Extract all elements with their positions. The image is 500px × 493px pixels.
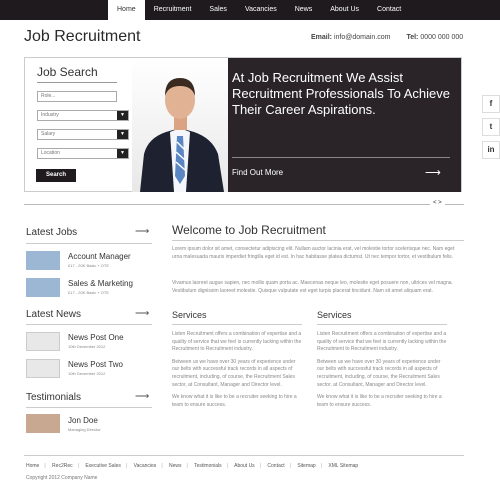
news-title-link[interactable]: News Post One (68, 333, 124, 342)
linkedin-icon[interactable]: in (482, 141, 500, 159)
job-search-title: Job Search (37, 65, 98, 79)
welcome-heading: Welcome to Job Recruitment (172, 223, 326, 237)
services-paragraph: Between us we have over 30 years of expe… (172, 358, 296, 388)
news-thumbnail (26, 332, 60, 351)
divider (317, 324, 447, 325)
footer-link-testimonials[interactable]: Testimonials (194, 463, 222, 469)
job-thumbnail (26, 278, 60, 297)
search-button[interactable]: Search (36, 169, 76, 182)
job-title-link[interactable]: Sales & Marketing (68, 279, 133, 288)
top-navigation: Home Recruitment Sales Vacancies News Ab… (0, 0, 500, 20)
news-date: 10th December 2012 (68, 371, 106, 376)
testimonial-role: Managing Director (68, 427, 101, 432)
salary-label: Salary (41, 131, 56, 137)
nav-home[interactable]: Home (108, 0, 145, 20)
location-select[interactable]: Location ▼ (37, 148, 129, 159)
services-paragraph: Listen Recruitment offers a combination … (172, 331, 302, 353)
footer-divider (24, 455, 464, 456)
nav-about-us[interactable]: About Us (321, 0, 368, 20)
intro-paragraph: Vivamus laoreet augue sapien, nec mollis… (172, 280, 453, 294)
contact-info: Email: info@domain.com Tel: 0000 000 000 (311, 34, 463, 41)
intro-paragraph: Lorem ipsum dolor sit amet, consectetur … (172, 246, 455, 260)
banner-headline: At Job Recruitment We Assist Recruitment… (232, 70, 450, 117)
nav-recruitment[interactable]: Recruitment (145, 0, 201, 20)
salary-select[interactable]: Salary ▼ (37, 129, 129, 140)
footer-nav: Home | Rec2Rec | Executive Sales | Vacancie… (26, 463, 359, 469)
services-paragraph: Listen Recruitment offers a combination … (317, 331, 447, 353)
services-column: Services Listen Recruitment offers a com… (172, 310, 302, 414)
nav-contact[interactable]: Contact (368, 0, 410, 20)
slider-nav-arrows[interactable]: < > (430, 200, 445, 206)
news-thumbnail (26, 359, 60, 378)
role-input[interactable]: Role... (37, 91, 117, 102)
businessman-photo (132, 58, 228, 192)
nav-vacancies[interactable]: Vacancies (236, 0, 286, 20)
footer-link-executive-sales[interactable]: Executive Sales (85, 463, 121, 469)
testimonial-name[interactable]: Jon Doe (68, 416, 98, 425)
services-paragraph: We know what it is like to be a recruite… (317, 394, 442, 408)
divider (26, 324, 152, 325)
footer-link-sitemap[interactable]: Sitemap (297, 463, 315, 469)
divider (26, 243, 152, 244)
twitter-icon[interactable]: t (482, 118, 500, 136)
slider-divider (24, 204, 464, 205)
nav-news[interactable]: News (286, 0, 322, 20)
arrow-right-icon[interactable]: ⟶ (135, 391, 149, 402)
facebook-icon[interactable]: f (482, 95, 500, 113)
services-paragraph: Between us we have over 30 years of expe… (317, 358, 441, 388)
job-thumbnail (26, 251, 60, 270)
arrow-right-icon[interactable]: ⟶ (135, 308, 149, 319)
chevron-down-icon: ▼ (117, 149, 128, 158)
footer-link-home[interactable]: Home (26, 463, 39, 469)
footer-link-xml-sitemap[interactable]: XML Sitemap (328, 463, 358, 469)
services-paragraph: We know what it is like to be a recruite… (172, 394, 297, 408)
tel-value: 0000 000 000 (420, 34, 464, 41)
footer-link-contact[interactable]: Contact (267, 463, 284, 469)
news-title-link[interactable]: News Post Two (68, 360, 123, 369)
services-heading: Services (317, 310, 352, 320)
nav-sales[interactable]: Sales (200, 0, 236, 20)
services-heading: Services (172, 310, 207, 320)
find-out-more-link[interactable]: Find Out More (232, 168, 283, 177)
hero-banner: At Job Recruitment We Assist Recruitment… (228, 58, 461, 192)
tel-label: Tel: (406, 34, 419, 41)
copyright: Copyright 2012 Company Name (26, 475, 98, 481)
news-date: 10th December 2012 (68, 344, 106, 349)
location-label: Location (41, 150, 60, 156)
divider (172, 240, 464, 241)
footer-link-vacancies[interactable]: Vacancies (134, 463, 157, 469)
services-column: Services Listen Recruitment offers a com… (317, 310, 447, 414)
latest-jobs-heading: Latest Jobs (26, 227, 78, 238)
arrow-right-icon[interactable]: ⟶ (425, 166, 441, 179)
testimonial-avatar (26, 414, 60, 433)
job-title-link[interactable]: Account Manager (68, 252, 131, 261)
job-salary: £17 - 20K Basic + OTE (68, 290, 110, 295)
chevron-down-icon: ▼ (117, 111, 128, 120)
footer-link-about-us[interactable]: About Us (234, 463, 255, 469)
email-label: Email: (311, 34, 333, 41)
job-salary: £17 - 20K Basic + OTE (68, 263, 110, 268)
arrow-right-icon[interactable]: ⟶ (135, 226, 149, 237)
page: Home Recruitment Sales Vacancies News Ab… (0, 0, 500, 493)
site-logo[interactable]: Job Recruitment (24, 28, 141, 46)
footer-link-news[interactable]: News (169, 463, 182, 469)
email-link[interactable]: info@domain.com (334, 34, 391, 41)
divider (26, 407, 152, 408)
divider (232, 157, 450, 158)
footer-link-rec2rec[interactable]: Rec2Rec (52, 463, 73, 469)
testimonials-heading: Testimonials (26, 392, 82, 403)
latest-news-heading: Latest News (26, 309, 82, 320)
industry-select[interactable]: Industry ▼ (37, 110, 129, 121)
chevron-down-icon: ▼ (117, 130, 128, 139)
divider (37, 82, 117, 83)
industry-label: Industry (41, 112, 59, 118)
divider (172, 324, 302, 325)
